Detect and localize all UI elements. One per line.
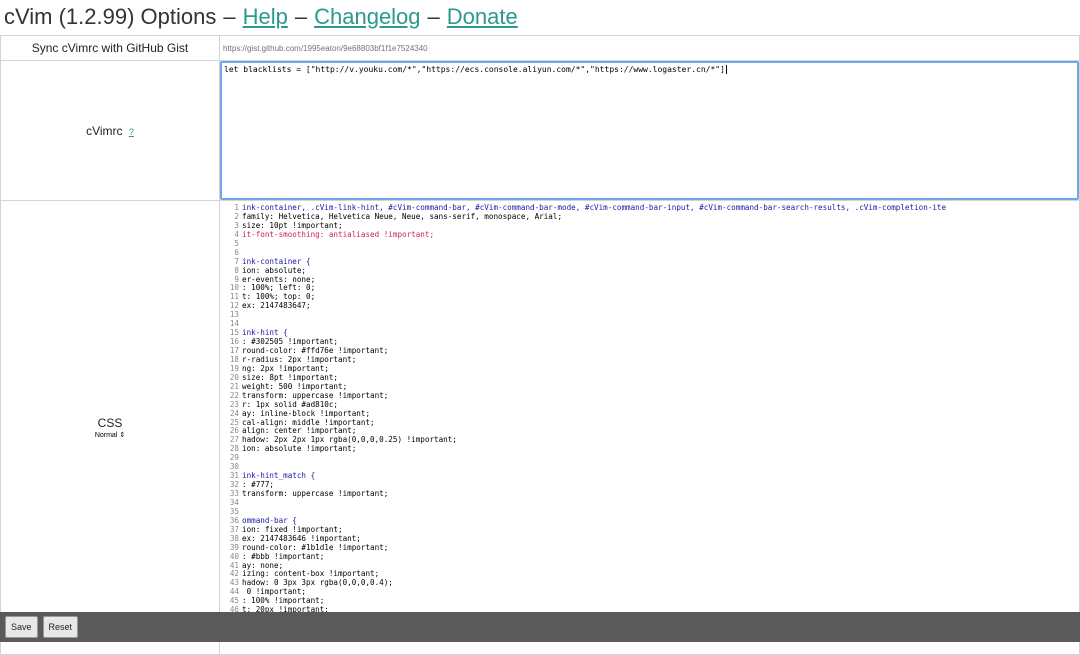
vimrc-help-link[interactable]: ? [129, 127, 134, 137]
code-line: 28 ion: absolute !important; [220, 444, 1079, 454]
code-line: 13 [220, 310, 1079, 320]
vimrc-cell: let blacklists = ["http://v.youku.com/*"… [219, 60, 1080, 201]
code-text: ex: 2147483647; [242, 301, 311, 311]
code-line: 4 it-font-smoothing: antialiased !importa… [220, 229, 1079, 240]
title-separator: – [294, 3, 308, 29]
css-row: CSS Normal ⇕ 1 ink-container, .cVim-link-… [0, 200, 1080, 655]
code-line: 31 ink-hint_match { [220, 471, 1079, 481]
code-line: 12 ex: 2147483647; [220, 301, 1079, 311]
vimrc-editor[interactable]: let blacklists = ["http://v.youku.com/*"… [220, 61, 1079, 200]
code-line: 11 t: 100%; top: 0; [220, 292, 1079, 302]
save-button[interactable]: Save [5, 616, 38, 638]
code-line: 14 [220, 319, 1079, 329]
css-mode-select[interactable]: Normal ⇕ [95, 431, 125, 439]
css-label: CSS [97, 416, 123, 430]
code-line: 39 round-color: #1b1d1e !important; [220, 543, 1079, 553]
code-line: 7 ink-container { [220, 257, 1079, 267]
code-line: 44 0 !important; [220, 587, 1079, 597]
code-line: 35 [220, 507, 1079, 517]
page-header: cVim (1.2.99) Options – Help – Changelog… [0, 0, 1080, 33]
reset-button[interactable]: Reset [42, 616, 79, 638]
gist-label: Sync cVimrc with GitHub Gist [0, 35, 220, 61]
code-line: 30 [220, 462, 1079, 472]
gist-row: Sync cVimrc with GitHub Gist [0, 35, 1080, 61]
code-line: 19 ng: 2px !important; [220, 364, 1079, 374]
title-separator: – [223, 3, 236, 29]
footer-bar: Save Reset [0, 612, 1080, 642]
code-text: ion: absolute !important; [242, 444, 357, 454]
vimrc-label: cVimrc [86, 123, 123, 138]
text-cursor [725, 65, 727, 74]
code-line: 9 er-events: none; [220, 275, 1079, 285]
code-line: 8 ion: absolute; [220, 266, 1079, 276]
help-link[interactable]: Help [243, 4, 288, 30]
code-line: 2 family: Helvetica, Helvetica Neue, Neue… [220, 212, 1079, 222]
code-text: it-font-smoothing: antialiased !importan… [242, 229, 435, 239]
code-line: 10: 100%; left: 0; [220, 283, 1079, 293]
css-editor[interactable]: 1 ink-container, .cVim-link-hint, #cVim-c… [220, 201, 1079, 654]
page-title: cVim (1.2.99) Options [4, 3, 217, 29]
code-line: 29 [220, 453, 1079, 463]
code-line: 33 transform: uppercase !important; [220, 489, 1079, 499]
css-cell: 1 ink-container, .cVim-link-hint, #cVim-c… [219, 200, 1080, 655]
code-line: 18 r-radius: 2px !important; [220, 355, 1079, 365]
code-line: 6 [220, 248, 1079, 258]
options-table: Sync cVimrc with GitHub Gist cVimrc ? le… [0, 35, 1080, 655]
code-line: 20 size: 8pt !important; [220, 373, 1079, 383]
title-separator: – [427, 3, 440, 29]
changelog-link[interactable]: Changelog [314, 4, 420, 30]
css-label-cell: CSS Normal ⇕ [0, 200, 220, 655]
code-line: 5 [220, 239, 1079, 249]
vimrc-row: cVimrc ? let blacklists = ["http://v.you… [0, 60, 1080, 201]
code-text: transform: uppercase !important; [242, 489, 389, 498]
gist-url-input[interactable] [220, 36, 1079, 60]
code-line: 22 transform: uppercase !important; [220, 391, 1079, 401]
donate-link[interactable]: Donate [447, 4, 518, 30]
code-line: 45: 100% !important; [220, 596, 1079, 606]
vimrc-label-cell: cVimrc ? [0, 60, 220, 201]
code-line: 43 hadow: 0 3px 3px rgba(0,0,0,0.4); [220, 578, 1079, 588]
vimrc-text: let blacklists = ["http://v.youku.com/*"… [224, 65, 725, 74]
code-line: 40: #bbb !important; [220, 552, 1079, 562]
gist-cell [219, 35, 1080, 61]
code-line: 34 [220, 498, 1079, 508]
code-line: 36 ommand-bar { [220, 516, 1079, 526]
code-line: 15 ink-hint { [220, 328, 1079, 338]
